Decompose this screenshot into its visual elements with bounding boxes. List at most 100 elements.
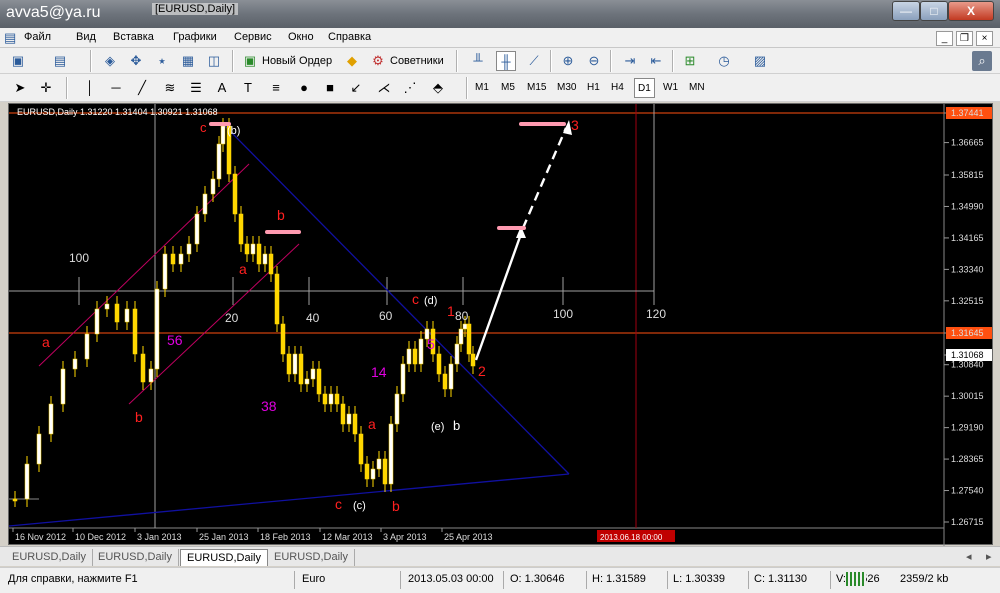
templates-icon[interactable]: ▨: [750, 51, 770, 71]
timeframe-m5[interactable]: M5: [498, 78, 518, 98]
new-chart-icon[interactable]: ▣: [8, 51, 28, 71]
auto-scroll-icon[interactable]: ⇥: [620, 51, 640, 71]
more-shapes-icon[interactable]: ⬘: [428, 78, 448, 98]
cursor-icon[interactable]: ➤: [10, 78, 30, 98]
candle-body: [412, 348, 418, 365]
terminal-icon[interactable]: ▦: [178, 51, 198, 71]
projection-arrow-solid[interactable]: [474, 233, 523, 361]
periods-icon[interactable]: ◷: [714, 51, 734, 71]
status-profile[interactable]: Euro: [302, 573, 325, 585]
profiles-icon[interactable]: ▤: [50, 51, 70, 71]
timeframe-h1[interactable]: H1: [584, 78, 603, 98]
advisors-button[interactable]: ⚙ Советники: [368, 50, 444, 72]
candle-body: [376, 458, 382, 470]
market-watch-icon[interactable]: ◈: [100, 51, 120, 71]
candle-body: [466, 323, 472, 355]
tab-chart-1[interactable]: EURUSD,Daily: [6, 549, 93, 566]
mdi-minimize-icon[interactable]: _: [936, 31, 953, 46]
vertical-line-icon[interactable]: │: [80, 78, 100, 98]
navigator-icon[interactable]: ⭑: [152, 51, 172, 71]
price-chart[interactable]: EURUSD,Daily 1.31220 1.31404 1.30921 1.3…: [9, 104, 994, 546]
ellipse-icon[interactable]: ●: [294, 78, 314, 98]
candle-body: [328, 393, 334, 405]
wave-label-3: 3: [571, 117, 579, 133]
timeframe-mn[interactable]: MN: [686, 78, 708, 98]
drawing-toolbar: ➤ ✛ │ ─ ╱ ≋ ☰ A T ≡ ● ■ ↙ ⋌ ⋰ ⬘ M1 M5 M1…: [0, 74, 1000, 102]
wave-label-c-top: c: [200, 120, 207, 135]
crosshair-icon[interactable]: ✛: [36, 78, 56, 98]
search-icon[interactable]: ⌕: [972, 51, 992, 71]
fib-levels-icon[interactable]: ≡: [266, 78, 286, 98]
timeframe-m1[interactable]: M1: [472, 78, 492, 98]
close-button[interactable]: X: [948, 1, 994, 21]
zoom-out-icon[interactable]: ⊖: [584, 51, 604, 71]
maximize-button[interactable]: □: [920, 1, 948, 21]
projection-arrow-dashed[interactable]: [521, 127, 568, 229]
candlestick-icon[interactable]: ╫: [496, 51, 516, 71]
gann-icon[interactable]: ⋰: [400, 78, 420, 98]
menu-window[interactable]: Окно: [288, 31, 314, 43]
zoom-in-icon[interactable]: ⊕: [558, 51, 578, 71]
line-chart-icon[interactable]: ⟋: [524, 51, 544, 71]
fibonacci-icon[interactable]: ☰: [186, 78, 206, 98]
menu-help[interactable]: Справка: [328, 31, 371, 43]
chart-area[interactable]: EURUSD,Daily 1.31220 1.31404 1.30921 1.3…: [8, 103, 994, 546]
timeframe-w1[interactable]: W1: [660, 78, 681, 98]
tab-chart-2[interactable]: EURUSD,Daily: [92, 549, 179, 566]
text-icon[interactable]: A: [212, 78, 232, 98]
tab-scroll-right-icon[interactable]: ▸: [980, 549, 998, 566]
date-label: 16 Nov 2012: [15, 532, 66, 542]
bar-chart-icon[interactable]: ╨: [468, 51, 488, 71]
minimize-button[interactable]: —: [892, 1, 920, 21]
candle-body: [262, 253, 268, 265]
candle-body: [148, 368, 154, 383]
new-order-button[interactable]: ▣ Новый Ордер: [240, 50, 332, 72]
timeframe-d1[interactable]: D1: [634, 78, 655, 98]
indicators-icon[interactable]: ⊞: [680, 51, 700, 71]
mdi-close-icon[interactable]: ×: [976, 31, 993, 46]
status-separator: [503, 571, 504, 589]
chart-shift-icon[interactable]: ⇤: [646, 51, 666, 71]
menu-view[interactable]: Вид: [76, 31, 96, 43]
candle-body: [194, 213, 200, 245]
price-label: 1.30840: [951, 360, 984, 370]
pitchfork-icon[interactable]: ⋌: [374, 78, 394, 98]
horizontal-line-icon[interactable]: ─: [106, 78, 126, 98]
menu-tools[interactable]: Сервис: [234, 31, 272, 43]
lower-trendline[interactable]: [9, 473, 570, 527]
text-label-icon[interactable]: T: [238, 78, 258, 98]
arrow-icon[interactable]: ↙: [346, 78, 366, 98]
toolbar-separator: [66, 77, 68, 99]
status-separator: [667, 571, 668, 589]
candlestick-series: [12, 118, 476, 507]
tab-chart-3[interactable]: EURUSD,Daily: [180, 549, 268, 566]
toolbar-separator: [672, 50, 674, 72]
equidistant-channel-icon[interactable]: ≋: [160, 78, 180, 98]
candle-body: [170, 253, 176, 265]
tab-chart-4[interactable]: EURUSD,Daily: [268, 549, 355, 566]
new-order-icon: ▣: [243, 53, 257, 68]
channel-upper-line[interactable]: [38, 163, 250, 367]
connection-status-icon[interactable]: [846, 572, 866, 586]
expert-advisors-button[interactable]: ◆: [342, 50, 364, 72]
wave-label-d-paren: (d): [424, 295, 437, 307]
timeframe-m15[interactable]: M15: [524, 78, 549, 98]
rectangle-icon[interactable]: ■: [320, 78, 340, 98]
mdi-restore-icon[interactable]: ❐: [956, 31, 973, 46]
wave-label-b-left: b: [135, 409, 143, 425]
data-window-icon[interactable]: ✥: [126, 51, 146, 71]
menu-charts[interactable]: Графики: [173, 31, 217, 43]
timeframe-h4[interactable]: H4: [608, 78, 627, 98]
strategy-tester-icon[interactable]: ◫: [204, 51, 224, 71]
candle-body: [178, 253, 184, 265]
menu-insert[interactable]: Вставка: [113, 31, 154, 43]
trendline-icon[interactable]: ╱: [132, 78, 152, 98]
candle-body: [124, 308, 130, 323]
timeframe-m30[interactable]: M30: [554, 78, 579, 98]
candle-body: [186, 243, 192, 255]
toolbar-separator: [456, 50, 458, 72]
date-axis: 16 Nov 2012 10 Dec 2012 3 Jan 2013 25 Jan 2…: [12, 528, 493, 542]
menu-file[interactable]: Файл: [24, 31, 51, 43]
tab-scroll-left-icon[interactable]: ◂: [960, 549, 978, 566]
wave-label-a-mid: a: [239, 261, 247, 277]
